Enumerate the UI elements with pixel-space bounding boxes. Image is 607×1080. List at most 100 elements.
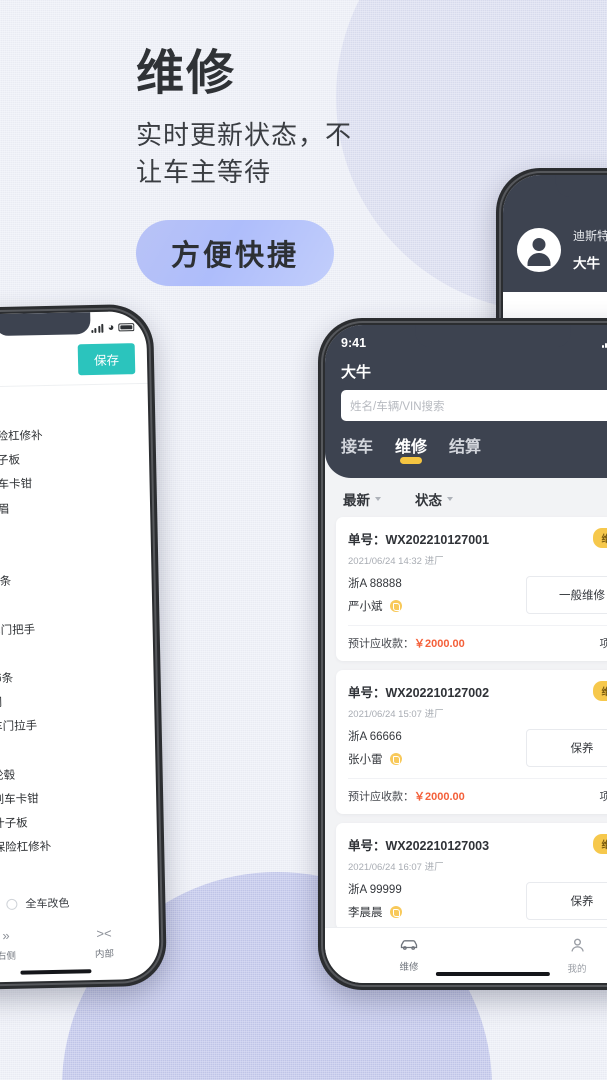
right-side-icon: »	[2, 927, 10, 944]
phone-call-icon[interactable]	[389, 906, 402, 918]
status-badge: 维修中	[593, 834, 607, 854]
order-card[interactable]: 单号：WX202210127003 维修中 2021/06/24 16:07 进厂浙…	[336, 823, 607, 930]
order-vehicle-info: 浙A 66666 张小雷	[348, 728, 402, 767]
checklist-item-label: 后车门拉手	[0, 720, 38, 734]
sort-control-2[interactable]: 状态	[415, 489, 453, 509]
checklist-item[interactable]: 前轮眉	[0, 498, 138, 518]
checklist-item-label: 前轮眉	[0, 503, 10, 517]
order-number: 单号：WX202210127002	[348, 685, 490, 700]
view-switch-row: » 右侧 >< 内部	[0, 925, 160, 963]
user-name: 大牛	[573, 256, 600, 271]
order-list: 单号：WX202210127001 维修中 2021/06/24 14:32 进厂浙…	[325, 515, 607, 930]
checklist-item[interactable]: 前叶子板	[0, 449, 137, 469]
battery-icon	[118, 323, 135, 332]
search-input[interactable]: 姓名/车辆/VIN搜索	[350, 398, 607, 414]
order-header: 单号：WX202210127002 维修中	[348, 681, 607, 701]
order-datetime: 2021/06/24 15:07 进厂	[348, 709, 444, 720]
status-bar-time: 9:41	[341, 336, 367, 350]
sort-control-2-label: 状态	[415, 493, 442, 508]
tabbar-item-2[interactable]: 我的	[493, 937, 607, 975]
car-icon	[399, 938, 419, 955]
checklist-item[interactable]: 前车门把手	[0, 619, 141, 639]
service-type-button[interactable]: 一般维修	[526, 575, 607, 614]
left-section-label: 面	[0, 384, 148, 417]
checklist-item-label: 后门	[0, 697, 3, 710]
order-body: 浙A 66666 张小雷 保养	[348, 728, 607, 767]
checklist-item[interactable]: 后饰条	[0, 667, 142, 687]
vehicle-plate: 浙A 99999	[348, 884, 402, 896]
sort-control-1[interactable]: 最新	[343, 489, 381, 509]
checklist-item-label: 前刹车卡钳	[0, 478, 33, 492]
phone-notch	[0, 312, 91, 337]
sort-control-1-label: 最新	[343, 493, 370, 508]
checklist-item-label: 后饰条	[0, 672, 14, 686]
hero-pill-badge: 方便快捷	[136, 220, 334, 287]
checklist-item[interactable]: C柱	[0, 739, 143, 759]
checklist-item-label: 前车门把手	[0, 623, 36, 637]
checklist-item-label: 后轮毂	[0, 769, 16, 783]
phone-screen-left: ◕ 整 保存 面 前保险杠修补前叶子板前刹车卡钳前轮眉 A柱门槛前饰条前门前车门把…	[0, 310, 160, 984]
service-type-button[interactable]: 保养	[526, 728, 607, 767]
checklist-item[interactable]: 后叶子板	[0, 812, 145, 832]
order-number: 单号：WX202210127003	[348, 838, 490, 853]
search-bar[interactable]: 姓名/车辆/VIN搜索	[341, 390, 607, 421]
order-project-label: 项目	[599, 638, 607, 650]
main-tabs: 接车 维修 结算	[341, 421, 607, 468]
order-project-row: 项目 (4)	[599, 788, 607, 804]
checklist-item[interactable]: 门槛	[0, 546, 139, 566]
order-amount: ￥2000.00	[414, 791, 465, 803]
checklist-item-label: 后叶子板	[0, 817, 28, 831]
checklist-item[interactable]: 前刹车卡钳	[0, 473, 138, 493]
tabbar-item-1[interactable]: 维修	[325, 938, 493, 973]
view-button-right-side-label: 右侧	[0, 950, 17, 963]
save-button[interactable]: 保存	[77, 343, 136, 376]
left-navbar: 整 保存	[0, 336, 148, 389]
view-button-interior-label: 内部	[94, 948, 115, 961]
profile-names: 迪斯特汽 大牛	[573, 227, 607, 272]
checklist-item[interactable]: B柱	[0, 643, 141, 663]
profile-row[interactable]: 迪斯特汽 大牛	[517, 227, 607, 272]
phone-call-icon[interactable]	[389, 600, 402, 612]
tab-3[interactable]: 结算	[449, 433, 481, 464]
view-button-right-side[interactable]: » 右侧	[0, 927, 56, 963]
order-header: 单号：WX202210127001 维修中	[348, 528, 607, 548]
checklist-item[interactable]: 后门	[0, 691, 142, 711]
order-body: 浙A 99999 李晨晨 保养	[348, 881, 607, 920]
header-title-row: 大牛	[341, 355, 607, 390]
phone-call-icon[interactable]	[389, 753, 402, 765]
left-bottom-controls: 油漆 全车改色 » 右侧 >< 内部	[0, 893, 160, 963]
owner-name: 严小斌	[348, 601, 383, 613]
order-card[interactable]: 单号：WX202210127001 维修中 2021/06/24 14:32 进厂浙…	[336, 517, 607, 661]
tab-1[interactable]: 接车	[341, 433, 373, 464]
shop-name: 大牛	[341, 364, 372, 381]
sort-bar: 最新 状态	[325, 478, 607, 515]
order-amount-label: 预计应收款：	[348, 638, 414, 650]
owner-name: 张小雷	[348, 754, 383, 766]
owner-row: 严小斌	[348, 598, 402, 614]
order-project-label: 项目	[599, 791, 607, 803]
checklist-item[interactable]: 前保险杠修补	[0, 425, 137, 445]
checklist-item[interactable]: A柱	[0, 522, 139, 542]
checklist-item[interactable]: 前饰条	[0, 570, 140, 590]
checklist-item[interactable]: 后轮毂	[0, 764, 144, 784]
order-card[interactable]: 单号：WX202210127002 维修中 2021/06/24 15:07 进厂浙…	[336, 670, 607, 814]
checklist-item[interactable]: 后车门拉手	[0, 715, 143, 735]
checklist-item[interactable]: 前门	[0, 594, 140, 614]
order-datetime: 2021/06/24 14:32 进厂	[348, 556, 444, 567]
vehicle-plate: 浙A 66666	[348, 731, 402, 743]
checklist-item[interactable]: 后保险杠修补	[0, 836, 145, 856]
checklist-item-label: 前叶子板	[0, 454, 21, 468]
service-type-button[interactable]: 保养	[526, 881, 607, 920]
tabbar-item-2-label: 我的	[567, 963, 587, 975]
tabbar-item-1-label: 维修	[399, 962, 419, 973]
tab-2[interactable]: 维修	[395, 433, 427, 464]
app-header: 9:41 ◕ 大牛 姓名/车辆/VIN搜索	[325, 325, 607, 478]
view-button-interior[interactable]: >< 内部	[55, 925, 154, 961]
phone-screen-main: 9:41 ◕ 大牛 姓名/车辆/VIN搜索	[325, 325, 607, 983]
owner-row: 张小雷	[348, 751, 402, 767]
signal-icon	[91, 323, 104, 333]
paint-option-1[interactable]: 全车改色	[6, 895, 70, 912]
checklist-item[interactable]: 后刹车卡钳	[0, 788, 144, 808]
checklist-item-label: 前饰条	[0, 575, 12, 589]
page-title: 维修	[136, 47, 237, 100]
